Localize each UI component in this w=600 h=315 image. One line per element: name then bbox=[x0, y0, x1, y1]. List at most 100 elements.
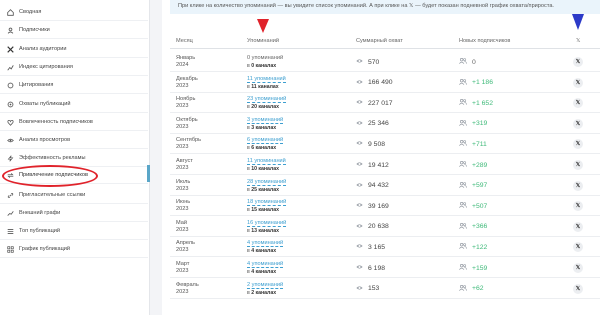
subs-value: +62 bbox=[459, 284, 484, 293]
column-header-subs: Новых подписчиков bbox=[459, 38, 511, 44]
sidebar-item[interactable]: Индекс цитирования bbox=[0, 59, 148, 76]
reach-value: 153 bbox=[356, 285, 379, 293]
x-chart-button[interactable]: 𝕏 bbox=[573, 242, 583, 253]
table-row: Январь 2024 0 упоминаний в 0 каналах 570 0 𝕏 bbox=[170, 52, 600, 72]
subs-number: +1 186 bbox=[472, 79, 493, 87]
channels-count: в 2 каналах bbox=[247, 290, 276, 296]
month-year: 2023 bbox=[176, 144, 189, 151]
sidebar-item[interactable]: Анализ просмотров bbox=[0, 132, 148, 149]
sidebar-item[interactable]: Эффективность рекламы bbox=[0, 150, 148, 167]
eye-icon bbox=[356, 140, 363, 148]
mentions-link[interactable]: 18 упоминаний bbox=[247, 199, 287, 207]
x-chart-button[interactable]: 𝕏 bbox=[573, 221, 583, 232]
x-icon: 𝕏 bbox=[575, 182, 581, 189]
x-chart-button[interactable]: 𝕏 bbox=[573, 160, 583, 170]
annotation-red-arrow bbox=[257, 19, 269, 33]
x-chart-button[interactable]: 𝕏 bbox=[573, 57, 583, 67]
channels-value: 10 каналах bbox=[251, 166, 279, 172]
mentions-link[interactable]: 28 упоминаний bbox=[247, 179, 287, 186]
reach-number: 166 490 bbox=[368, 79, 393, 87]
mentions-link[interactable]: 0 упоминаний bbox=[247, 55, 283, 61]
people-icon bbox=[459, 263, 467, 272]
sidebar-item[interactable]: Охваты публикаций bbox=[0, 96, 148, 113]
sidebar-item[interactable]: Сводная bbox=[0, 4, 148, 21]
reach-number: 20 638 bbox=[368, 223, 389, 231]
row-month: Февраль 2023 bbox=[176, 282, 199, 296]
reach-value: 9 508 bbox=[356, 140, 385, 148]
chart-icon bbox=[6, 63, 14, 71]
channels-count: в 20 каналах bbox=[247, 104, 279, 110]
table-row: Май 2023 16 упоминаний в 13 каналах 20 638 +3… bbox=[170, 217, 600, 237]
sidebar-item[interactable]: Внешний графи bbox=[0, 205, 148, 222]
mentions-link[interactable]: 6 упоминаний bbox=[247, 137, 284, 145]
table-row: Сентябрь 2023 6 упоминаний в 6 каналах 9 508… bbox=[170, 134, 600, 155]
subs-number: +366 bbox=[472, 223, 488, 231]
subs-value: +289 bbox=[459, 160, 487, 169]
mentions-link[interactable]: 3 упоминаний bbox=[247, 117, 284, 124]
sidebar-item-label: Охваты публикаций bbox=[19, 101, 71, 107]
reach-value: 94 432 bbox=[356, 182, 389, 190]
sidebar-item-label: График публикаций bbox=[19, 246, 71, 252]
mentions-link[interactable]: 4 упоминаний bbox=[247, 240, 284, 248]
sidebar-item-label: Анализ аудитории bbox=[19, 46, 67, 52]
subs-value: +1 652 bbox=[459, 99, 493, 107]
mentions-link[interactable]: 11 упоминаний bbox=[247, 76, 286, 83]
mentions-link[interactable]: 11 упоминаний bbox=[247, 158, 286, 165]
subs-value: +366 bbox=[459, 222, 488, 231]
sidebar-item-label: Внешний графи bbox=[19, 210, 61, 216]
people-icon bbox=[459, 99, 467, 107]
month-year: 2023 bbox=[176, 268, 189, 274]
x-chart-button[interactable]: 𝕏 bbox=[573, 180, 583, 191]
header-divider bbox=[170, 48, 600, 49]
target-icon bbox=[6, 100, 14, 108]
sidebar-item[interactable]: Вовлеченность подписчиков bbox=[0, 114, 148, 131]
x-chart-button[interactable]: 𝕏 bbox=[573, 283, 583, 294]
month-name: Апрель bbox=[176, 240, 195, 247]
x-icon: 𝕏 bbox=[575, 244, 581, 251]
sidebar-item[interactable]: Подписчики bbox=[0, 22, 148, 39]
column-header-reach: Суммарный охват bbox=[356, 38, 403, 44]
month-year: 2023 bbox=[176, 288, 189, 295]
mentions-link[interactable]: 2 упоминаний bbox=[247, 282, 284, 289]
table-row: Март 2023 4 упоминаний в 4 каналах 6 198 +159… bbox=[170, 258, 600, 278]
people-icon bbox=[459, 181, 467, 190]
eye-icon bbox=[356, 223, 363, 231]
channels-count: в 0 каналах bbox=[247, 63, 276, 69]
subs-value: +1 186 bbox=[459, 78, 493, 87]
mentions-link[interactable]: 4 упоминаний bbox=[247, 261, 284, 268]
sidebar-item[interactable]: График публикаций bbox=[0, 241, 148, 258]
trend-icon bbox=[6, 209, 14, 217]
row-month: Апрель 2023 bbox=[176, 240, 195, 254]
sidebar-item[interactable]: Цитирования bbox=[0, 77, 148, 94]
x-chart-button[interactable]: 𝕏 bbox=[573, 201, 583, 212]
reach-value: 166 490 bbox=[356, 79, 393, 87]
x-chart-button[interactable]: 𝕏 bbox=[573, 118, 583, 129]
table-row: Февраль 2023 2 упоминаний в 2 каналах 153 +62… bbox=[170, 279, 600, 299]
x-chart-button[interactable]: 𝕏 bbox=[573, 98, 583, 109]
eye-icon bbox=[356, 79, 363, 87]
sidebar-item[interactable]: Топ публикаций bbox=[0, 223, 148, 240]
eye-icon bbox=[356, 182, 363, 190]
channels-count: в 10 каналах bbox=[247, 166, 279, 172]
x-icon: 𝕏 bbox=[575, 141, 581, 148]
x-icon: 𝕏 bbox=[575, 265, 581, 271]
quote-icon bbox=[6, 81, 14, 89]
mentions-link[interactable]: 16 упоминаний bbox=[247, 220, 287, 227]
x-chart-button[interactable]: 𝕏 bbox=[573, 139, 583, 150]
month-year: 2023 bbox=[176, 226, 189, 233]
month-year: 2023 bbox=[176, 82, 189, 89]
sidebar-item[interactable]: Пригласительные ссылки bbox=[0, 187, 148, 204]
sidebar-item[interactable]: Анализ аудитории bbox=[0, 41, 148, 58]
reach-number: 227 017 bbox=[368, 99, 393, 107]
eye-icon bbox=[356, 120, 363, 128]
eye-icon bbox=[356, 243, 363, 251]
home-icon bbox=[6, 8, 14, 16]
month-name: Май bbox=[176, 219, 187, 226]
people-icon bbox=[459, 160, 467, 169]
x-chart-button[interactable]: 𝕏 bbox=[573, 263, 583, 273]
mentions-link[interactable]: 23 упоминаний bbox=[247, 96, 287, 104]
x-icon: 𝕏 bbox=[575, 223, 581, 230]
x-chart-button[interactable]: 𝕏 bbox=[573, 77, 583, 88]
subs-value: +319 bbox=[459, 119, 487, 128]
month-year: 2024 bbox=[176, 62, 189, 68]
